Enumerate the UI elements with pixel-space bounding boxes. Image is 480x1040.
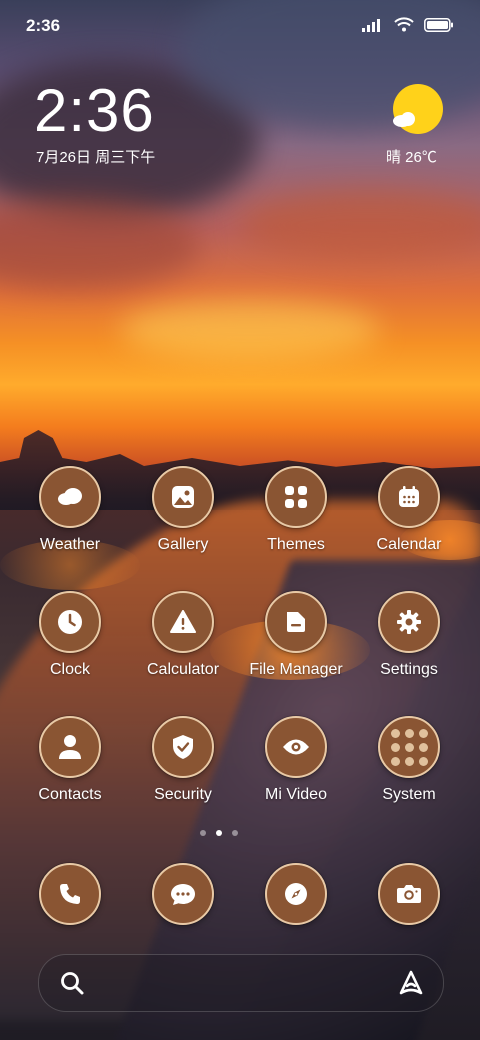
app-security[interactable]: Security [128, 716, 238, 804]
page-dot [200, 830, 206, 836]
app-label: Themes [267, 536, 325, 553]
shield-icon [173, 735, 193, 759]
page-dot-active [216, 830, 222, 836]
status-time: 2:36 [26, 16, 61, 35]
app-mi-video[interactable]: Mi Video [241, 716, 351, 804]
person-icon [59, 735, 81, 759]
app-settings[interactable]: Settings [354, 591, 464, 679]
phone-icon [60, 884, 80, 904]
app-label: Weather [39, 536, 101, 553]
app-file-manager[interactable]: File Manager [241, 591, 351, 679]
cloud-icon [58, 488, 82, 505]
dock-phone[interactable] [15, 863, 125, 925]
app-themes[interactable]: Themes [241, 466, 351, 554]
status-icons [362, 17, 454, 32]
clock-widget-time[interactable]: 2:36 [34, 76, 155, 145]
app-label: Gallery [157, 536, 209, 553]
app-gallery[interactable]: Gallery [128, 466, 238, 554]
app-label: Clock [49, 661, 90, 678]
eye-icon [283, 739, 309, 755]
message-icon [171, 884, 195, 905]
dock-browser[interactable] [241, 863, 351, 925]
camera-icon [397, 885, 421, 903]
folder-icon [287, 612, 305, 632]
signal-icon [362, 18, 380, 32]
image-icon [172, 486, 194, 508]
clock-widget-date: 7月26日 周三下午 [36, 149, 156, 166]
home-screen: 2:36 2:36 7月26日 周三下午 晴 26℃ Weather Galle… [0, 0, 480, 1040]
app-label: Mi Video [265, 786, 327, 803]
app-label: Security [154, 786, 212, 803]
app-calendar[interactable]: Calendar [354, 466, 464, 554]
app-calculator[interactable]: Calculator [128, 591, 238, 679]
folder-grid-icon [390, 728, 428, 766]
sun-cloud-icon[interactable] [392, 84, 444, 134]
app-label: File Manager [249, 661, 343, 678]
gear-icon [397, 610, 421, 634]
warning-icon [170, 610, 196, 633]
grid-icon [285, 486, 307, 508]
app-weather[interactable]: Weather [15, 466, 125, 554]
app-label: Contacts [38, 786, 102, 803]
weather-widget-text: 晴 26℃ [386, 149, 437, 166]
app-label: System [382, 786, 436, 803]
app-label: Calendar [376, 536, 442, 553]
dock-messages[interactable] [128, 863, 238, 925]
search-icon[interactable] [59, 970, 85, 996]
search-bar[interactable] [38, 954, 444, 1012]
page-dot [232, 830, 238, 836]
clock-icon [58, 610, 82, 634]
app-system-folder[interactable]: System [354, 716, 464, 804]
wifi-icon [394, 17, 414, 32]
app-clock[interactable]: Clock [15, 591, 125, 679]
app-label: Calculator [146, 661, 220, 678]
app-contacts[interactable]: Contacts [15, 716, 125, 804]
assistant-icon[interactable] [397, 969, 425, 997]
app-label: Settings [380, 661, 438, 678]
compass-icon [285, 883, 307, 905]
battery-icon [424, 17, 453, 32]
dock-camera[interactable] [354, 863, 464, 925]
calendar-icon [399, 486, 419, 507]
page-indicator[interactable] [200, 830, 238, 836]
status-bar: 2:36 [0, 0, 480, 50]
